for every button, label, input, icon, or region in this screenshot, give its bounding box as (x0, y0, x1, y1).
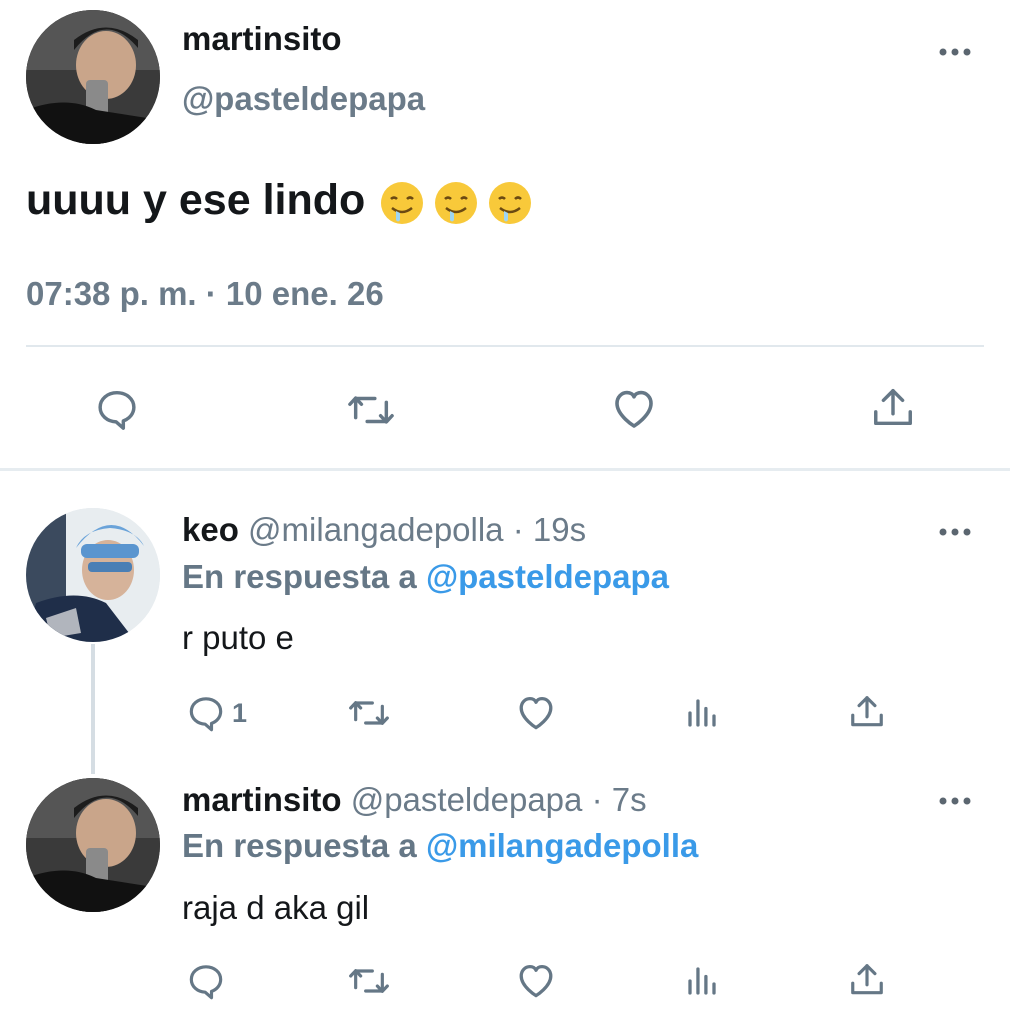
more-options-icon[interactable] (938, 795, 972, 807)
reply-prefix: En respuesta a (182, 558, 417, 595)
drooling-face-icon (489, 181, 532, 224)
reply-count: 1 (232, 697, 248, 728)
like-icon[interactable] (610, 385, 658, 431)
more-options-icon[interactable] (938, 46, 972, 58)
mention-link[interactable]: @pasteldepapa (426, 558, 669, 595)
display-name[interactable]: martinsito (182, 781, 342, 818)
display-name[interactable]: martinsito (182, 20, 342, 58)
emoji-group (379, 180, 533, 226)
display-name[interactable]: keo (182, 511, 239, 548)
like-icon[interactable] (515, 960, 557, 1000)
share-icon[interactable] (848, 961, 886, 999)
avatar[interactable] (26, 778, 160, 912)
reply-header: martinsito @pasteldepapa · 7s (182, 781, 647, 819)
reply-header: keo @milangadepolla · 19s (182, 511, 586, 549)
retweet-icon[interactable] (345, 387, 397, 433)
share-icon[interactable] (848, 693, 886, 731)
reply-prefix: En respuesta a (182, 827, 417, 864)
retweet-icon[interactable] (346, 693, 392, 733)
handle[interactable]: @pasteldepapa (182, 80, 425, 118)
avatar[interactable] (26, 10, 160, 144)
tweet-text: uuuu y ese lindo (26, 176, 533, 226)
mention-link[interactable]: @milangadepolla (426, 827, 698, 864)
relative-time[interactable]: · 19s (513, 511, 586, 548)
reply-text: r puto e (182, 619, 294, 656)
reply-icon[interactable] (94, 386, 140, 432)
reply-icon[interactable] (186, 961, 226, 1001)
timestamp[interactable]: 07:38 p. m. · 10 ene. 26 (26, 275, 384, 313)
reply-button[interactable]: 1 (186, 693, 247, 733)
reply-icon (189, 697, 223, 732)
analytics-icon[interactable] (684, 963, 720, 999)
handle[interactable]: @milangadepolla (248, 511, 504, 548)
like-icon[interactable] (515, 692, 557, 732)
section-divider (0, 468, 1010, 471)
drooling-face-icon (435, 181, 478, 224)
drooling-face-icon (381, 181, 424, 224)
reply-context: En respuesta a @pasteldepapa (182, 558, 669, 596)
share-icon[interactable] (870, 385, 916, 431)
analytics-icon[interactable] (684, 695, 720, 731)
relative-time[interactable]: · 7s (592, 781, 647, 818)
tweet-text-body: uuuu y ese lindo (26, 176, 366, 224)
avatar[interactable] (26, 508, 160, 642)
divider (26, 345, 984, 347)
reply-text: raja d aka gil (182, 889, 370, 926)
handle[interactable]: @pasteldepapa (351, 781, 583, 818)
reply-context: En respuesta a @milangadepolla (182, 827, 698, 865)
more-options-icon[interactable] (938, 526, 972, 538)
thread-line (91, 644, 95, 774)
retweet-icon[interactable] (346, 961, 392, 1001)
